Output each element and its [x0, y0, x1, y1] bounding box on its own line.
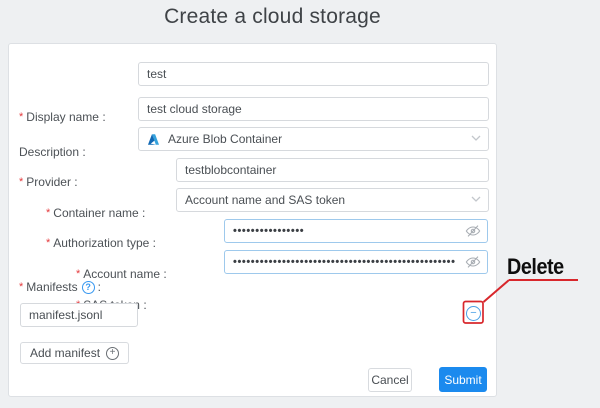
sas-token-masked-value: ••••••••••••••••••••••••••••••••••••••••… [233, 250, 456, 274]
eye-invisible-icon[interactable] [465, 254, 481, 270]
azure-icon [147, 133, 160, 146]
container-name-input[interactable]: testblobcontainer [176, 158, 489, 182]
eye-invisible-icon[interactable] [465, 223, 481, 239]
manifests-label: * Manifests ? : [19, 280, 101, 294]
authorization-type-value: Account name and SAS token [185, 193, 345, 207]
minus-circle-icon[interactable]: − [466, 306, 481, 321]
delete-annotation-label: Delete [507, 254, 564, 280]
chevron-down-icon [471, 133, 479, 141]
sas-token-input[interactable]: ••••••••••••••••••••••••••••••••••••••••… [224, 250, 488, 274]
provider-value: Azure Blob Container [168, 132, 282, 146]
question-circle-icon[interactable]: ? [82, 281, 95, 294]
manifest-value: manifest.jsonl [29, 308, 102, 322]
required-asterisk: * [19, 110, 23, 124]
cloud-storage-form: * Display name : test Description : test… [8, 43, 497, 397]
account-name-masked-value: •••••••••••••••• [233, 219, 304, 243]
manifest-input[interactable]: manifest.jsonl [20, 303, 138, 327]
submit-button[interactable]: Submit [439, 367, 487, 392]
container-name-value: testblobcontainer [185, 163, 276, 177]
description-label: Description : [19, 145, 86, 159]
description-input[interactable]: test cloud storage [138, 97, 489, 121]
required-asterisk: * [46, 236, 50, 250]
required-asterisk: * [19, 175, 23, 189]
authorization-type-label: * Authorization type : [46, 236, 156, 250]
plus-circle-icon: + [106, 347, 119, 360]
create-cloud-storage-page: Create a cloud storage * Display name : … [0, 0, 600, 408]
add-manifest-button[interactable]: Add manifest + [20, 342, 129, 364]
cancel-button[interactable]: Cancel [368, 368, 412, 392]
authorization-type-select[interactable]: Account name and SAS token [176, 188, 489, 212]
container-name-label: * Container name : [46, 206, 145, 220]
required-asterisk: * [76, 267, 80, 281]
provider-label: * Provider : [19, 175, 78, 189]
display-name-label: * Display name : [19, 110, 106, 124]
required-asterisk: * [19, 280, 23, 294]
chevron-down-icon [471, 194, 479, 202]
account-name-label: * Account name : [76, 267, 167, 281]
display-name-input[interactable]: test [138, 62, 489, 86]
description-value: test cloud storage [147, 102, 242, 116]
account-name-input[interactable]: •••••••••••••••• [224, 219, 488, 243]
display-name-value: test [147, 67, 166, 81]
page-title: Create a cloud storage [0, 5, 545, 29]
required-asterisk: * [46, 206, 50, 220]
provider-select[interactable]: Azure Blob Container [138, 127, 489, 151]
